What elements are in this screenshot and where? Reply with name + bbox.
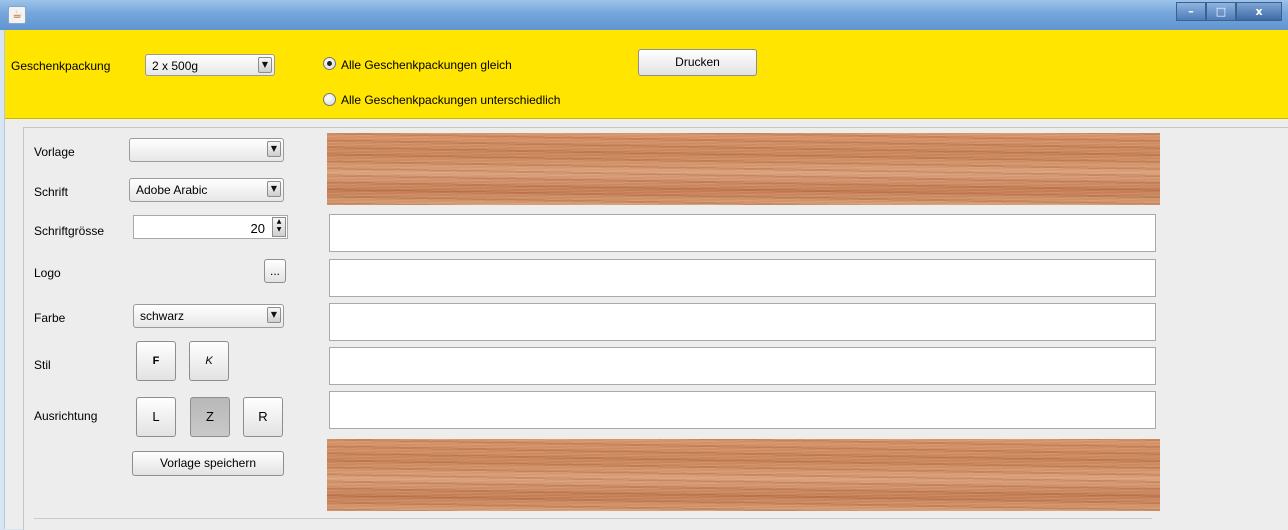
- radio-all-different-label[interactable]: Alle Geschenkpackungen unterschiedlich: [341, 93, 560, 107]
- style-label: Stil: [34, 358, 51, 372]
- window-controls: – □ x: [1176, 2, 1282, 22]
- editor-panel: Vorlage ▼ Schrift Adobe Arabic ▼ Schrift…: [23, 127, 1288, 530]
- spinner-arrows-icon[interactable]: ▲ ▼: [272, 217, 286, 237]
- alignment-label: Ausrichtung: [34, 409, 98, 423]
- fontsize-spinner[interactable]: 20 ▲ ▼: [133, 215, 288, 239]
- align-center-button[interactable]: Z: [190, 397, 230, 437]
- radio-all-same[interactable]: [323, 57, 336, 70]
- radio-all-same-label[interactable]: Alle Geschenkpackungen gleich: [341, 58, 512, 72]
- fontsize-value[interactable]: 20: [251, 221, 265, 236]
- text-line-4[interactable]: [329, 347, 1156, 385]
- packaging-select[interactable]: 2 x 500g ▼: [145, 54, 275, 76]
- fontsize-label: Schriftgrösse: [34, 224, 105, 238]
- logo-label: Logo: [34, 266, 61, 280]
- close-button[interactable]: x: [1236, 2, 1282, 21]
- bold-button[interactable]: F: [136, 341, 176, 381]
- packaging-select-value: 2 x 500g: [152, 59, 199, 73]
- font-select-value: Adobe Arabic: [136, 183, 208, 197]
- wood-bottom-image: [327, 439, 1160, 511]
- chevron-down-icon[interactable]: ▼: [258, 57, 272, 73]
- wood-top-image: [327, 133, 1160, 205]
- align-left-button[interactable]: L: [136, 397, 176, 437]
- packaging-label: Geschenkpackung: [11, 59, 111, 73]
- text-line-5[interactable]: [329, 391, 1156, 429]
- main-window: Geschenkpackung 2 x 500g ▼ Alle Geschenk…: [4, 30, 1288, 530]
- toolbar: Geschenkpackung 2 x 500g ▼ Alle Geschenk…: [5, 30, 1288, 119]
- font-label: Schrift: [34, 185, 69, 199]
- radio-all-different[interactable]: [323, 93, 336, 106]
- color-label: Farbe: [34, 311, 66, 325]
- chevron-down-icon[interactable]: ▼: [267, 141, 281, 157]
- java-cup-icon: ☕: [8, 6, 26, 24]
- maximize-button[interactable]: □: [1206, 2, 1236, 21]
- chevron-down-icon[interactable]: ▼: [267, 307, 281, 323]
- divider: [34, 518, 1152, 519]
- save-template-button[interactable]: Vorlage speichern: [132, 451, 284, 476]
- text-line-2[interactable]: [329, 259, 1156, 297]
- template-label: Vorlage: [34, 145, 75, 159]
- color-select-value: schwarz: [140, 309, 185, 323]
- text-line-3[interactable]: [329, 303, 1156, 341]
- chevron-down-icon[interactable]: ▼: [267, 181, 281, 197]
- title-bar: ☕ – □ x: [0, 0, 1288, 30]
- logo-browse-button[interactable]: ...: [264, 259, 286, 283]
- italic-button[interactable]: K: [189, 341, 229, 381]
- print-button[interactable]: Drucken: [638, 49, 757, 76]
- align-right-button[interactable]: R: [243, 397, 283, 437]
- color-select[interactable]: schwarz ▼: [133, 304, 284, 328]
- minimize-button[interactable]: –: [1176, 2, 1206, 21]
- text-line-1[interactable]: [329, 214, 1156, 252]
- template-select[interactable]: ▼: [129, 138, 284, 162]
- font-select[interactable]: Adobe Arabic ▼: [129, 178, 284, 202]
